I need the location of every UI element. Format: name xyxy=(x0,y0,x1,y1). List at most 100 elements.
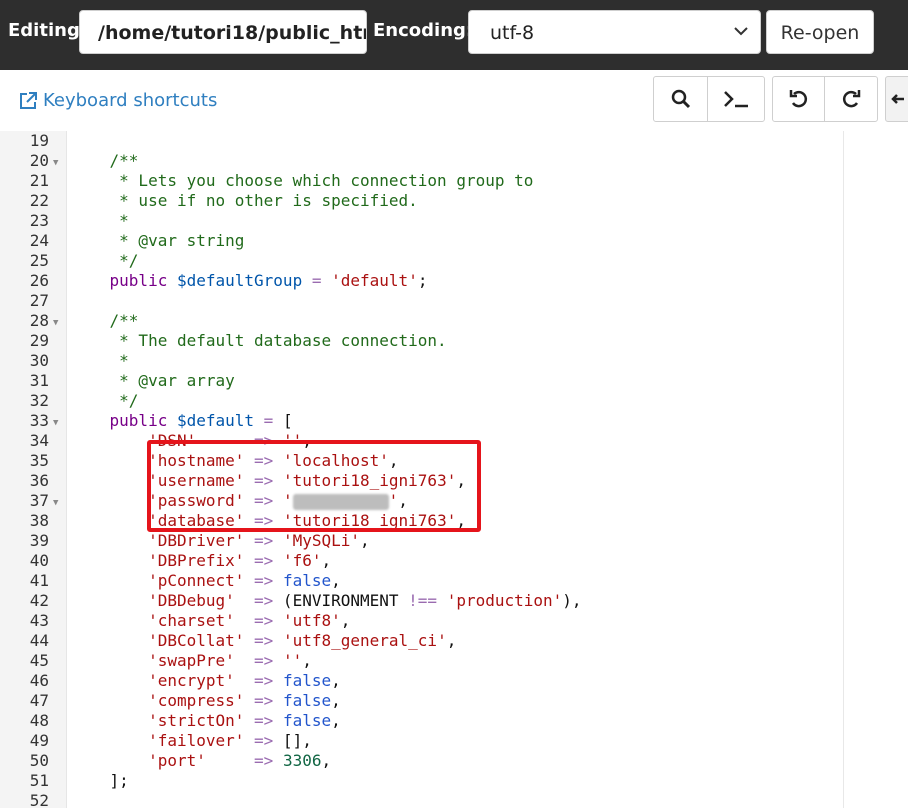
code-line[interactable]: 32 */ xyxy=(0,391,843,411)
keyboard-shortcuts-label: Keyboard shortcuts xyxy=(43,90,218,111)
line-number: 33 xyxy=(29,411,49,430)
code-text: 'DBDriver' => 'MySQLi', xyxy=(148,531,370,550)
line-number: 42 xyxy=(29,591,49,610)
code-line[interactable]: 48 'strictOn' => false, xyxy=(0,711,843,731)
line-number: 43 xyxy=(29,611,49,630)
code-text: * @var string xyxy=(71,231,245,250)
line-number: 27 xyxy=(29,291,49,310)
redo-button[interactable] xyxy=(824,76,878,122)
line-number: 26 xyxy=(29,271,49,290)
code-line[interactable]: 27 xyxy=(0,291,843,311)
code-text: * Lets you choose which connection group… xyxy=(71,171,534,190)
code-line[interactable]: 40 'DBPrefix' => 'f6', xyxy=(0,551,843,571)
code-text: 'charset' => 'utf8', xyxy=(148,611,351,630)
code-text: * use if no other is specified. xyxy=(71,191,418,210)
code-line[interactable]: 30 * xyxy=(0,351,843,371)
chevron-down-icon xyxy=(734,27,748,36)
code-line[interactable]: 31 * @var array xyxy=(0,371,843,391)
search-button[interactable] xyxy=(653,76,708,122)
code-line[interactable]: 33 ▼ public $default = [ xyxy=(0,411,843,431)
fold-toggle-icon[interactable]: ▼ xyxy=(53,413,58,433)
code-text: /** xyxy=(71,151,139,170)
line-number: 50 xyxy=(29,751,49,770)
reopen-button[interactable]: Re-open xyxy=(766,10,874,54)
code-line[interactable]: 20 ▼ /** xyxy=(0,151,843,171)
code-line[interactable]: 45 'swapPre' => '', xyxy=(0,651,843,671)
code-line[interactable]: 28 ▼ /** xyxy=(0,311,843,331)
code-text: ]; xyxy=(71,771,129,790)
more-button[interactable] xyxy=(885,76,908,122)
line-number: 29 xyxy=(29,331,49,350)
line-number: 20 xyxy=(29,151,49,170)
line-number: 21 xyxy=(29,171,49,190)
code-line[interactable]: 19 xyxy=(0,131,843,151)
line-number: 23 xyxy=(29,211,49,230)
code-line[interactable]: 50 'port' => 3306, xyxy=(0,751,843,771)
code-text: * The default database connection. xyxy=(71,331,447,350)
code-text: public $default = [ xyxy=(109,411,293,430)
code-line[interactable]: 41 'pConnect' => false, xyxy=(0,571,843,591)
fold-toggle-icon[interactable]: ▼ xyxy=(53,153,58,173)
line-number: 25 xyxy=(29,251,49,270)
code-text: 'strictOn' => false, xyxy=(148,711,341,730)
code-line[interactable]: 39 'DBDriver' => 'MySQLi', xyxy=(0,531,843,551)
code-text: */ xyxy=(71,391,139,410)
code-line[interactable]: 29 * The default database connection. xyxy=(0,331,843,351)
code-line[interactable]: 22 * use if no other is specified. xyxy=(0,191,843,211)
code-text: public $defaultGroup = 'default'; xyxy=(109,271,428,290)
undo-icon xyxy=(789,90,807,108)
code-line[interactable]: 47 'compress' => false, xyxy=(0,691,843,711)
line-number: 30 xyxy=(29,351,49,370)
encoding-value: utf-8 xyxy=(490,22,535,44)
code-text: 'pConnect' => false, xyxy=(148,571,341,590)
line-number: 40 xyxy=(29,551,49,570)
keyboard-shortcuts-link[interactable]: Keyboard shortcuts xyxy=(19,90,217,111)
code-line[interactable]: 42 'DBDebug' => (ENVIRONMENT !== 'produc… xyxy=(0,591,843,611)
editing-label: Editing: xyxy=(8,20,88,41)
code-line[interactable]: 49 'failover' => [], xyxy=(0,731,843,751)
highlight-box xyxy=(147,440,481,532)
search-icon xyxy=(671,89,690,109)
undo-button[interactable] xyxy=(772,76,825,122)
line-number: 35 xyxy=(29,451,49,470)
code-line[interactable]: 51 ]; xyxy=(0,771,843,791)
line-number: 22 xyxy=(29,191,49,210)
line-number: 39 xyxy=(29,531,49,550)
code-text: 'compress' => false, xyxy=(148,691,341,710)
line-number: 49 xyxy=(29,731,49,750)
code-line[interactable]: 21 * Lets you choose which connection gr… xyxy=(0,171,843,191)
code-line[interactable]: 24 * @var string xyxy=(0,231,843,251)
code-line[interactable]: 44 'DBCollat' => 'utf8_general_ci', xyxy=(0,631,843,651)
code-text: 'DBDebug' => (ENVIRONMENT !== 'productio… xyxy=(148,591,582,610)
code-line[interactable]: 46 'encrypt' => false, xyxy=(0,671,843,691)
code-text: 'port' => 3306, xyxy=(148,751,332,770)
code-text: */ xyxy=(71,251,139,270)
code-line[interactable]: 52 xyxy=(0,791,843,811)
code-line[interactable]: 25 */ xyxy=(0,251,843,271)
line-number: 36 xyxy=(29,471,49,490)
line-number: 45 xyxy=(29,651,49,670)
fold-toggle-icon[interactable]: ▼ xyxy=(53,493,58,513)
editor-header: Editing: /home/tutori18/public_html Enco… xyxy=(0,0,908,70)
file-path-field[interactable]: /home/tutori18/public_html xyxy=(79,10,367,54)
code-text: 'DBPrefix' => 'f6', xyxy=(148,551,332,570)
code-line[interactable]: 43 'charset' => 'utf8', xyxy=(0,611,843,631)
fold-toggle-icon[interactable]: ▼ xyxy=(53,313,58,333)
line-number: 37 xyxy=(29,491,49,510)
encoding-select[interactable]: utf-8 xyxy=(468,10,761,54)
line-number: 52 xyxy=(29,791,49,810)
code-editor[interactable]: 19 20 ▼ /** 21 * Lets you choose which conn… xyxy=(0,131,908,811)
terminal-icon xyxy=(724,91,748,108)
print-margin xyxy=(843,131,844,808)
code-line[interactable]: 23 * xyxy=(0,211,843,231)
code-text: 'swapPre' => '', xyxy=(148,651,312,670)
line-number: 19 xyxy=(29,131,49,150)
line-number: 41 xyxy=(29,571,49,590)
code-text: * xyxy=(71,351,129,370)
line-number: 38 xyxy=(29,511,49,530)
code-text: * xyxy=(71,211,129,230)
line-number: 48 xyxy=(29,711,49,730)
goto-line-button[interactable] xyxy=(707,76,765,122)
line-number: 51 xyxy=(29,771,49,790)
code-line[interactable]: 26 public $defaultGroup = 'default'; xyxy=(0,271,843,291)
